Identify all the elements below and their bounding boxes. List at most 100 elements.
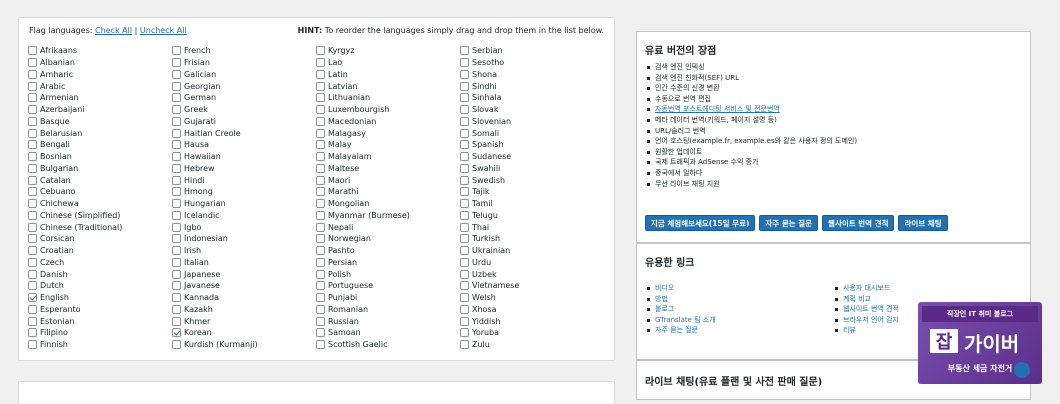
language-option[interactable]: Afrikaans bbox=[28, 45, 168, 57]
language-option[interactable]: Hindi bbox=[172, 174, 312, 186]
language-option[interactable]: Polish bbox=[316, 268, 456, 280]
language-checkbox[interactable] bbox=[460, 46, 469, 56]
language-option[interactable]: Zulu bbox=[460, 339, 600, 351]
language-option[interactable]: Lao bbox=[316, 57, 456, 69]
useful-link[interactable]: 리뷰 bbox=[835, 325, 899, 336]
language-option[interactable]: Kurdish (Kurmanji) bbox=[172, 339, 312, 351]
language-option[interactable]: Malayalam bbox=[316, 151, 456, 163]
language-checkbox[interactable] bbox=[172, 105, 181, 115]
language-option[interactable]: Cebuano bbox=[28, 186, 168, 198]
language-checkbox[interactable] bbox=[460, 222, 469, 232]
language-option[interactable]: Indonesian bbox=[172, 233, 312, 245]
language-checkbox[interactable] bbox=[460, 140, 469, 150]
language-option[interactable]: Nepali bbox=[316, 221, 456, 233]
language-option[interactable]: Bengali bbox=[28, 139, 168, 151]
language-checkbox[interactable] bbox=[316, 222, 325, 232]
language-option[interactable]: Pashto bbox=[316, 245, 456, 257]
language-checkbox[interactable] bbox=[172, 293, 181, 303]
language-option[interactable]: Kyrgyz bbox=[316, 45, 456, 57]
language-checkbox[interactable] bbox=[28, 58, 37, 68]
language-option[interactable]: Turkish bbox=[460, 233, 600, 245]
language-checkbox[interactable] bbox=[460, 69, 469, 79]
language-option[interactable]: Macedonian bbox=[316, 116, 456, 128]
language-checkbox[interactable] bbox=[460, 293, 469, 303]
language-checkbox[interactable] bbox=[316, 93, 325, 103]
language-option[interactable]: Frisian bbox=[172, 57, 312, 69]
language-checkbox[interactable] bbox=[316, 187, 325, 197]
language-checkbox[interactable] bbox=[172, 46, 181, 56]
language-option[interactable]: Japanese bbox=[172, 268, 312, 280]
language-checkbox[interactable] bbox=[316, 281, 325, 291]
language-checkbox[interactable] bbox=[316, 46, 325, 56]
language-checkbox[interactable] bbox=[28, 316, 37, 326]
language-checkbox[interactable] bbox=[460, 316, 469, 326]
language-option[interactable]: Urdu bbox=[460, 257, 600, 269]
language-checkbox[interactable] bbox=[28, 128, 37, 138]
language-checkbox[interactable] bbox=[460, 81, 469, 91]
language-option[interactable]: French bbox=[172, 45, 312, 57]
language-checkbox[interactable] bbox=[460, 163, 469, 173]
faq-button[interactable]: 자주 묻는 질문 bbox=[759, 215, 819, 231]
language-checkbox[interactable] bbox=[28, 222, 37, 232]
language-checkbox[interactable] bbox=[28, 293, 37, 303]
language-option[interactable]: Czech bbox=[28, 257, 168, 269]
language-option[interactable]: Esperanto bbox=[28, 304, 168, 316]
language-checkbox[interactable] bbox=[460, 128, 469, 138]
useful-link[interactable]: 브라우저 언어 감지 bbox=[835, 315, 899, 326]
language-option[interactable]: Maltese bbox=[316, 163, 456, 175]
language-option[interactable]: Tamil bbox=[460, 198, 600, 210]
language-checkbox[interactable] bbox=[460, 340, 469, 350]
language-checkbox[interactable] bbox=[172, 340, 181, 350]
language-checkbox[interactable] bbox=[172, 210, 181, 220]
language-checkbox[interactable] bbox=[316, 175, 325, 185]
language-checkbox[interactable] bbox=[28, 246, 37, 256]
language-option[interactable]: Chinese (Simplified) bbox=[28, 210, 168, 222]
language-checkbox[interactable] bbox=[172, 175, 181, 185]
useful-link[interactable]: 블로그 bbox=[647, 304, 716, 315]
language-option[interactable]: Armenian bbox=[28, 92, 168, 104]
language-checkbox[interactable] bbox=[172, 116, 181, 126]
language-checkbox[interactable] bbox=[316, 116, 325, 126]
language-checkbox[interactable] bbox=[316, 269, 325, 279]
website-translation-quote-button[interactable]: 웹사이트 번역 견적 bbox=[822, 215, 895, 231]
language-option[interactable]: Thai bbox=[460, 221, 600, 233]
language-checkbox[interactable] bbox=[316, 328, 325, 338]
language-option[interactable]: Italian bbox=[172, 257, 312, 269]
language-option[interactable]: Romanian bbox=[316, 304, 456, 316]
language-option[interactable]: Icelandic bbox=[172, 210, 312, 222]
language-checkbox[interactable] bbox=[172, 163, 181, 173]
language-checkbox[interactable] bbox=[460, 281, 469, 291]
language-checkbox[interactable] bbox=[28, 81, 37, 91]
language-option[interactable]: Catalan bbox=[28, 174, 168, 186]
language-checkbox[interactable] bbox=[28, 116, 37, 126]
language-checkbox[interactable] bbox=[28, 304, 37, 314]
language-checkbox[interactable] bbox=[460, 269, 469, 279]
language-checkbox[interactable] bbox=[172, 140, 181, 150]
language-option[interactable]: Welsh bbox=[460, 292, 600, 304]
language-option[interactable]: Hmong bbox=[172, 186, 312, 198]
language-option[interactable]: Galician bbox=[172, 69, 312, 81]
language-option[interactable]: Lithuanian bbox=[316, 92, 456, 104]
language-option[interactable]: Luxembourgish bbox=[316, 104, 456, 116]
language-option[interactable]: Mongolian bbox=[316, 198, 456, 210]
check-all-link[interactable]: Check All bbox=[95, 26, 132, 35]
language-option[interactable]: Khmer bbox=[172, 315, 312, 327]
language-option[interactable]: Punjabi bbox=[316, 292, 456, 304]
language-checkbox[interactable] bbox=[172, 269, 181, 279]
language-option[interactable]: Slovak bbox=[460, 104, 600, 116]
language-checkbox[interactable] bbox=[316, 304, 325, 314]
language-option[interactable]: Dutch bbox=[28, 280, 168, 292]
language-checkbox[interactable] bbox=[460, 328, 469, 338]
language-option[interactable]: Danish bbox=[28, 268, 168, 280]
language-option[interactable]: Bosnian bbox=[28, 151, 168, 163]
language-option[interactable]: Swedish bbox=[460, 174, 600, 186]
language-option[interactable]: Estonian bbox=[28, 315, 168, 327]
language-option[interactable]: Kannada bbox=[172, 292, 312, 304]
language-option[interactable]: German bbox=[172, 92, 312, 104]
language-option[interactable]: Chichewa bbox=[28, 198, 168, 210]
language-option[interactable]: Korean bbox=[172, 327, 312, 339]
language-checkbox[interactable] bbox=[316, 81, 325, 91]
language-checkbox[interactable] bbox=[460, 210, 469, 220]
useful-link[interactable]: 방법 bbox=[647, 294, 716, 305]
language-option[interactable]: Myanmar (Burmese) bbox=[316, 210, 456, 222]
